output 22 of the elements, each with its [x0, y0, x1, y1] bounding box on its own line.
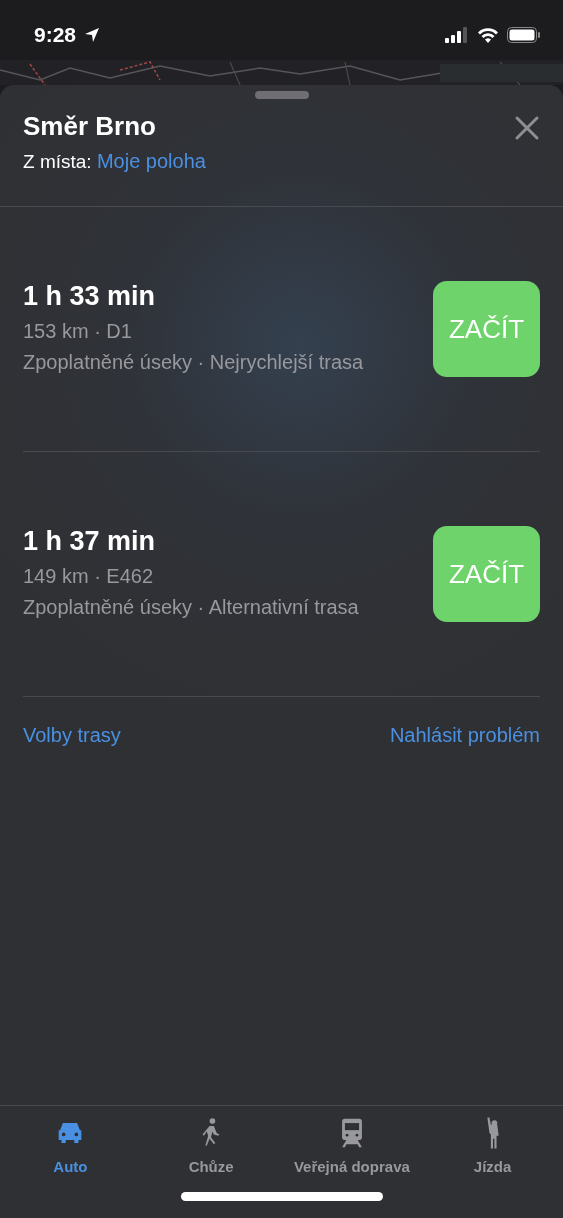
close-button[interactable]: [514, 115, 540, 141]
sheet-handle[interactable]: [254, 91, 309, 99]
route-details: Zpoplatněné úseky · Alternativní trasa: [23, 594, 360, 620]
sheet-title: Směr Brno: [23, 111, 157, 142]
route-duration: 1 h 33 min: [23, 280, 157, 312]
transport-tab[interactable]: Veřejná doprava: [281, 1116, 423, 1192]
route-duration: 1 h 37 min: [23, 525, 157, 557]
status-time: 9:28: [34, 23, 77, 47]
origin-link[interactable]: Moje poloha: [96, 150, 206, 172]
wifi-icon: [477, 27, 499, 43]
text-link[interactable]: Volby trasy: [23, 724, 121, 746]
transport-tab[interactable]: Auto: [0, 1116, 141, 1192]
location-arrow-icon: [84, 27, 101, 43]
route-distance: 149 km · E462: [23, 563, 155, 589]
battery-icon: [507, 27, 541, 43]
signal-icon: [445, 27, 469, 43]
transport-tab[interactable]: Chůze: [140, 1116, 282, 1192]
origin-label: Z místa:: [23, 151, 92, 172]
transport-tab[interactable]: Jízda: [422, 1116, 563, 1192]
route-details: Zpoplatněné úseky · Nejrychlejší trasa: [23, 349, 365, 375]
route-distance: 153 km · D1: [23, 318, 133, 344]
text-link[interactable]: Nahlásit problém: [389, 724, 540, 746]
